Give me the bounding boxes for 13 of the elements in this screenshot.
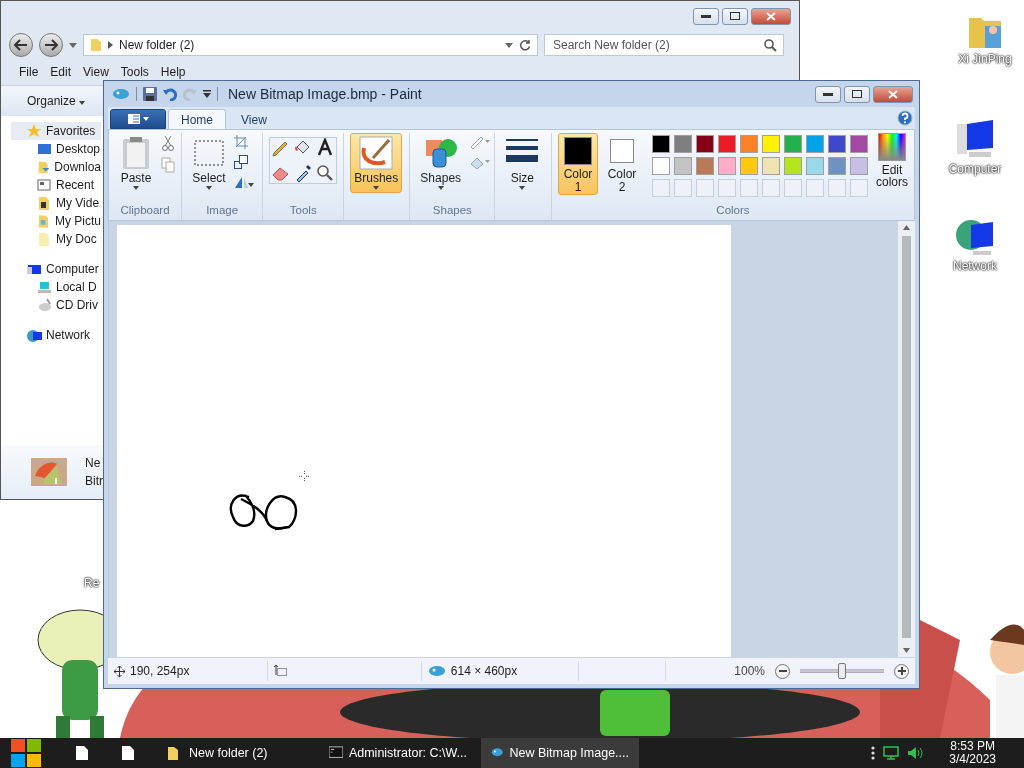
network-icon[interactable] (883, 746, 900, 760)
document-icon (76, 746, 88, 760)
windows-logo (11, 739, 41, 767)
taskbar-button[interactable]: New Bitmap Image.... (481, 738, 639, 768)
taskbar-button[interactable]: Administrator: C:\W... (319, 738, 477, 768)
taskbar-button[interactable]: New folder (2) (157, 738, 315, 768)
clock-time[interactable]: 8:53 PM (950, 740, 995, 753)
overflow-icon[interactable] (871, 746, 876, 760)
console-icon (329, 746, 343, 760)
start-button[interactable] (11, 739, 41, 767)
clock-date[interactable]: 3/4/2023 (949, 753, 996, 766)
volume-icon[interactable] (907, 746, 924, 760)
document-icon (122, 746, 134, 760)
